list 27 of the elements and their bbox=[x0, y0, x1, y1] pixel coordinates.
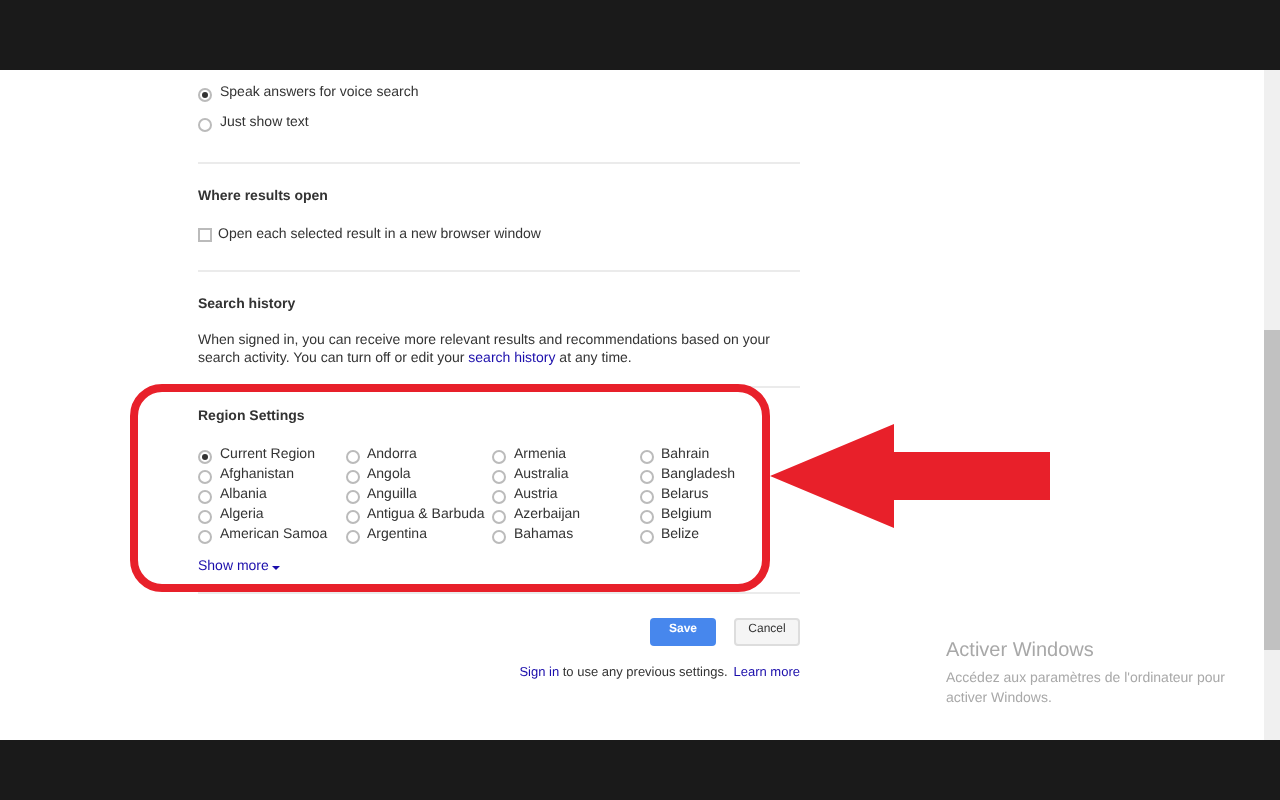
caret-icon bbox=[272, 566, 281, 571]
radio-button[interactable] bbox=[345, 489, 359, 503]
activation-title: Activer Windows bbox=[946, 638, 1096, 666]
scrollbar-thumb[interactable] bbox=[1264, 330, 1280, 650]
arrow-icon bbox=[770, 424, 1050, 528]
radio-button[interactable] bbox=[639, 509, 653, 523]
radio-button[interactable] bbox=[198, 489, 212, 503]
radio-button[interactable] bbox=[198, 449, 212, 463]
radio-button[interactable] bbox=[492, 449, 506, 463]
radio-button[interactable] bbox=[198, 469, 212, 483]
radio-button[interactable] bbox=[345, 469, 359, 483]
radio-button[interactable] bbox=[198, 509, 212, 523]
radio-button[interactable] bbox=[639, 469, 653, 483]
radio-button[interactable] bbox=[198, 529, 212, 543]
radio-button[interactable] bbox=[198, 117, 212, 131]
radio-button[interactable] bbox=[345, 449, 359, 463]
radio-button[interactable] bbox=[639, 449, 653, 463]
radio-button[interactable] bbox=[492, 469, 506, 483]
radio-button[interactable] bbox=[492, 529, 506, 543]
radio-button[interactable] bbox=[639, 529, 653, 543]
checkbox[interactable] bbox=[198, 228, 212, 243]
radio-button[interactable] bbox=[639, 489, 653, 503]
radio-button[interactable] bbox=[492, 489, 506, 503]
radio-button[interactable] bbox=[345, 509, 359, 523]
radio-button[interactable] bbox=[345, 529, 359, 543]
radio-button[interactable] bbox=[492, 509, 506, 523]
radio-button[interactable] bbox=[198, 87, 212, 101]
